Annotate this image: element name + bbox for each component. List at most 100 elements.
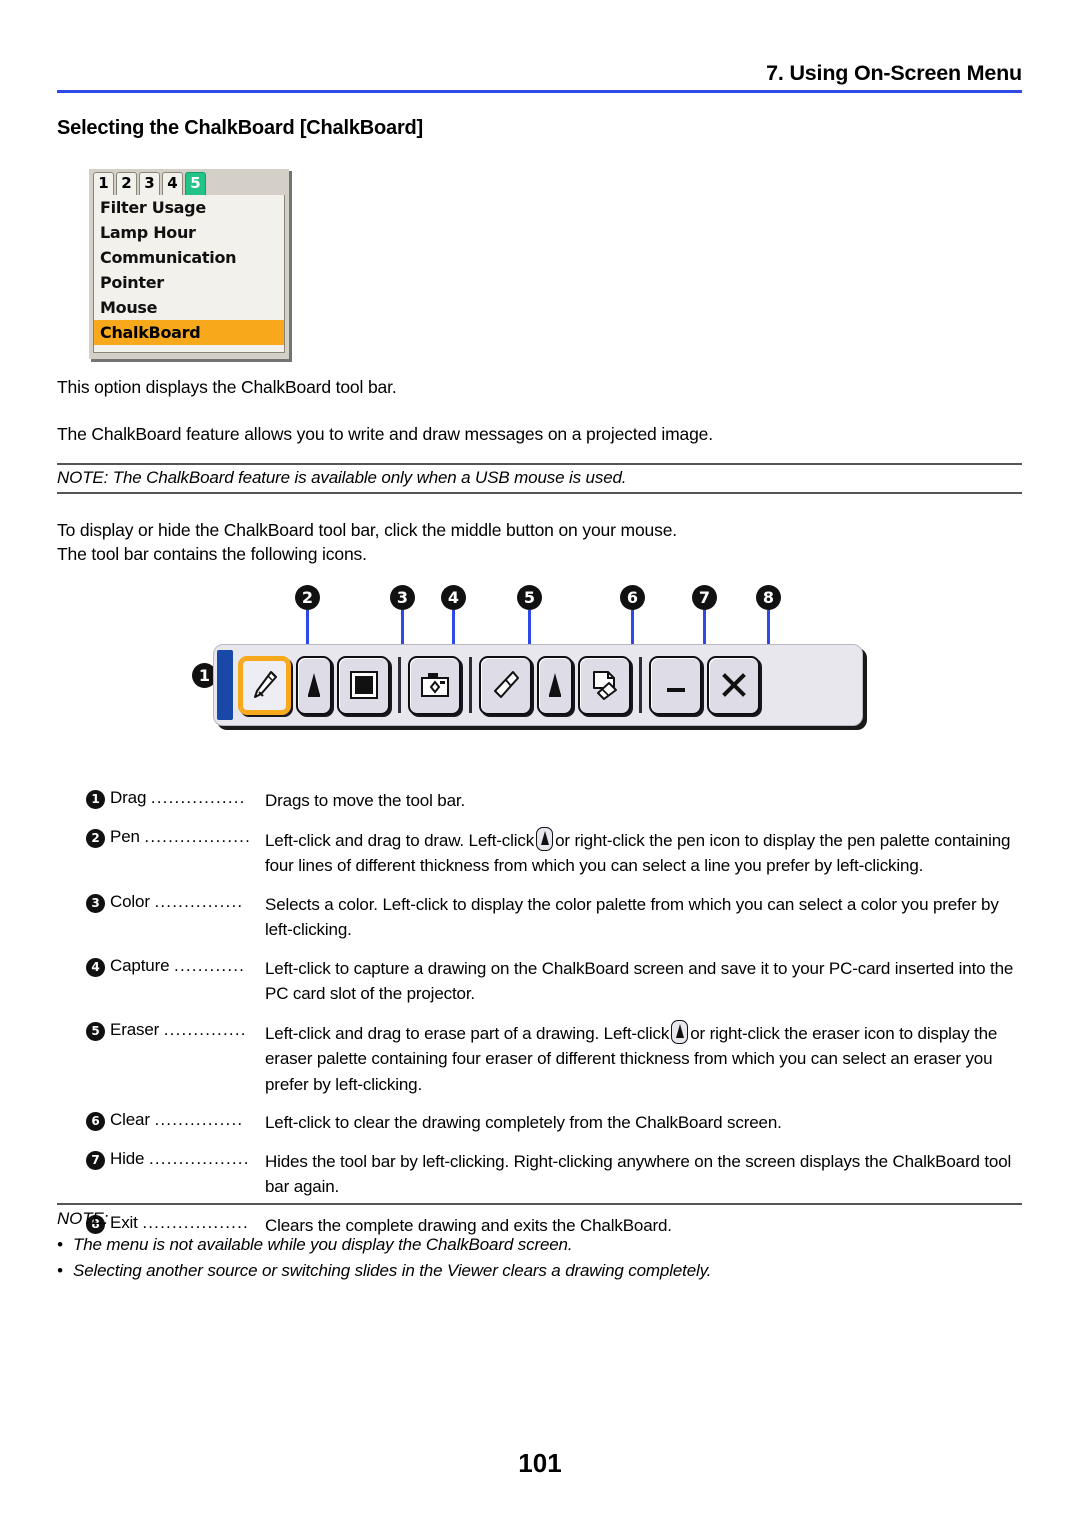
legend-row-color: 3 Color ............... Selects a color.… [86,892,1026,943]
legend-label-4: Capture [110,955,170,975]
eraser-thickness-button[interactable] [537,655,573,715]
legend-label-5: Eraser [110,1019,160,1039]
legend-desc-4-pre: Left-click to capture a drawing on the C… [265,958,1014,1004]
hide-button[interactable] [649,655,702,715]
legend-bullet-3: 3 [86,893,105,913]
legend-term-3: Color ............... [110,892,265,912]
camera-capture-icon [420,673,449,697]
callout-4: 4 [441,585,466,610]
legend-row-pen: 2 Pen .................. Left-click and … [86,826,1026,879]
legend-dots-5: .............. [163,1019,247,1039]
eraser-icon [493,671,519,698]
callout-6: 6 [620,585,645,610]
osd-tab-1[interactable]: 1 [93,172,114,195]
legend-desc-3: Selects a color. Left-click to display t… [265,892,1026,943]
eraser-button[interactable] [479,655,532,715]
page-number: 101 [518,1448,562,1478]
note-bottom: NOTE: The menu is not available while yo… [57,1203,1022,1287]
callout-3: 3 [390,585,415,610]
osd-tab-strip: 1 2 3 4 5 [89,169,289,195]
legend-desc-2-pre: Left-click and drag to draw. Left-click [265,830,535,850]
legend-desc-6: Left-click to clear the drawing complete… [265,1110,1026,1136]
note-bottom-heading: NOTE: [57,1209,109,1228]
osd-item-pointer[interactable]: Pointer [94,270,284,295]
legend-row-eraser: 5 Eraser .............. Left-click and d… [86,1019,1026,1098]
legend-row-capture: 4 Capture ............ Left-click to cap… [86,956,1026,1007]
legend-desc-6-pre: Left-click to clear the drawing complete… [265,1113,782,1132]
capture-button[interactable] [408,655,461,715]
toolbar-icon-legend: 1 Drag ................ Drags to move th… [86,788,1026,1251]
chalkboard-toolbar-figure: 1 2 3 4 5 6 7 8 [180,575,880,755]
minimize-icon [666,688,685,692]
paragraph-toolbar-icons: The tool bar contains the following icon… [57,544,367,564]
header-title: 7. Using On-Screen Menu [766,61,1022,85]
osd-tab-2[interactable]: 2 [116,172,137,195]
legend-term-5: Eraser .............. [110,1020,265,1040]
legend-term-7: Hide ................. [110,1149,265,1169]
legend-bullet-5: 5 [86,1021,105,1041]
callout-5: 5 [517,585,542,610]
osd-item-chalkboard[interactable]: ChalkBoard [94,320,284,345]
clear-button[interactable] [578,655,631,715]
eraser-thickness-icon [549,673,561,697]
legend-dots-3: ............... [154,891,244,911]
osd-menu-list: Filter Usage Lamp Hour Communication Poi… [93,195,285,353]
legend-label-1: Drag [110,788,147,807]
color-swatch-icon [349,671,378,699]
osd-item-mouse[interactable]: Mouse [94,295,284,320]
section-title: Selecting the ChalkBoard [ChalkBoard] [57,117,423,139]
legend-dots-2: .................. [144,826,252,846]
legend-term-4: Capture ............ [110,956,265,976]
drag-handle[interactable] [217,650,233,720]
legend-bullet-1: 1 [86,790,105,809]
legend-bullet-4: 4 [86,957,105,977]
legend-desc-7-pre: Hides the tool bar by left-clicking. Rig… [265,1151,1012,1197]
paragraph-display-hide: To display or hide the ChalkBoard tool b… [57,520,677,540]
osd-item-lamp-hour[interactable]: Lamp Hour [94,220,284,245]
legend-desc-4: Left-click to capture a drawing on the C… [265,956,1026,1007]
legend-desc-1: Drags to move the tool bar. [265,788,1026,814]
toolbar-separator-2 [469,657,472,713]
osd-tab-4[interactable]: 4 [162,172,183,195]
legend-dots-1: ................ [150,788,246,807]
note-usb-mouse-text: NOTE: The ChalkBoard feature is availabl… [57,468,627,487]
callout-2: 2 [295,585,320,610]
pen-icon [253,671,277,698]
pen-thickness-button[interactable] [296,655,332,715]
legend-dots-7: ................. [148,1148,250,1168]
legend-row-drag: 1 Drag ................ Drags to move th… [86,788,1026,814]
osd-tab-5[interactable]: 5 [185,172,206,195]
legend-desc-7: Hides the tool bar by left-clicking. Rig… [265,1149,1026,1200]
note-usb-mouse: NOTE: The ChalkBoard feature is availabl… [57,463,1022,494]
legend-desc-1-pre: Drags to move the tool bar. [265,791,466,810]
osd-item-communication[interactable]: Communication [94,245,284,270]
osd-tab-3[interactable]: 3 [139,172,160,195]
legend-desc-5-pre: Left-click and drag to erase part of a d… [265,1023,670,1043]
exit-button[interactable] [707,655,760,715]
legend-bullet-7: 7 [86,1150,105,1170]
chalkboard-toolbar [213,644,863,726]
header-rule [57,89,1022,93]
legend-dots-6: ............... [154,1110,244,1129]
legend-row-clear: 6 Clear ............... Left-click to cl… [86,1110,1026,1136]
paragraph-option-displays: This option displays the ChalkBoard tool… [57,377,397,397]
page-header: 7. Using On-Screen Menu [57,61,1022,93]
legend-term-6: Clear ............... [110,1110,265,1130]
pen-thickness-icon [536,826,554,851]
callout-2-leader [306,610,309,648]
color-button[interactable] [337,655,390,715]
legend-row-hide: 7 Hide ................. Hides the tool … [86,1149,1026,1200]
legend-label-3: Color [110,891,150,911]
legend-bullet-2: 2 [86,828,105,848]
note-bottom-item-1: The menu is not available while you disp… [57,1235,1022,1255]
legend-term-1: Drag ................ [110,788,265,808]
legend-label-2: Pen [110,826,140,846]
legend-desc-5: Left-click and drag to erase part of a d… [265,1019,1026,1098]
toolbar-separator-1 [398,657,401,713]
osd-item-filter-usage[interactable]: Filter Usage [94,195,284,220]
pen-button[interactable] [238,655,291,715]
eraser-thickness-icon [671,1019,689,1044]
osd-menu-screenshot: 1 2 3 4 5 Filter Usage Lamp Hour Communi… [88,168,289,359]
legend-desc-2: Left-click and drag to draw. Left-click o… [265,826,1026,879]
legend-label-7: Hide [110,1148,145,1168]
